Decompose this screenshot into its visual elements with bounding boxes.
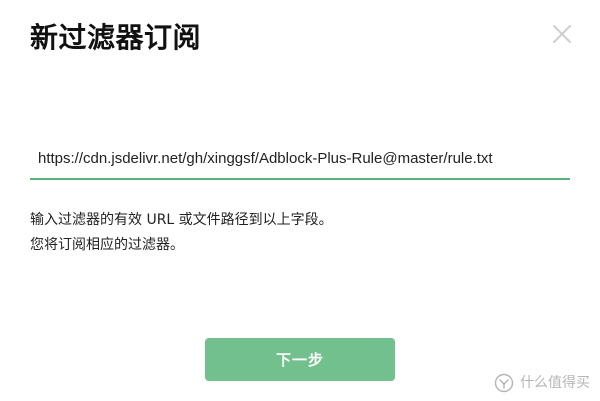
zhide-logo-icon [494,373,514,393]
filter-url-input[interactable] [30,140,570,180]
dialog-title: 新过滤器订阅 [30,21,202,54]
next-step-button[interactable]: 下一步 [205,338,395,381]
help-line-2: 您将订阅相应的过滤器。 [30,237,184,253]
new-filter-subscription-dialog: 新过滤器订阅 输入过滤器的有效 URL 或文件路径到以上字段。 您将订阅相应的过… [0,0,600,401]
close-button[interactable] [548,20,576,48]
watermark-text: 什么值得买 [520,375,590,391]
close-icon [553,25,571,43]
filter-url-field-wrapper [30,140,570,180]
help-line-1: 输入过滤器的有效 URL 或文件路径到以上字段。 [30,212,333,228]
help-text: 输入过滤器的有效 URL 或文件路径到以上字段。 您将订阅相应的过滤器。 [30,208,570,258]
watermark: 什么值得买 [494,373,590,393]
